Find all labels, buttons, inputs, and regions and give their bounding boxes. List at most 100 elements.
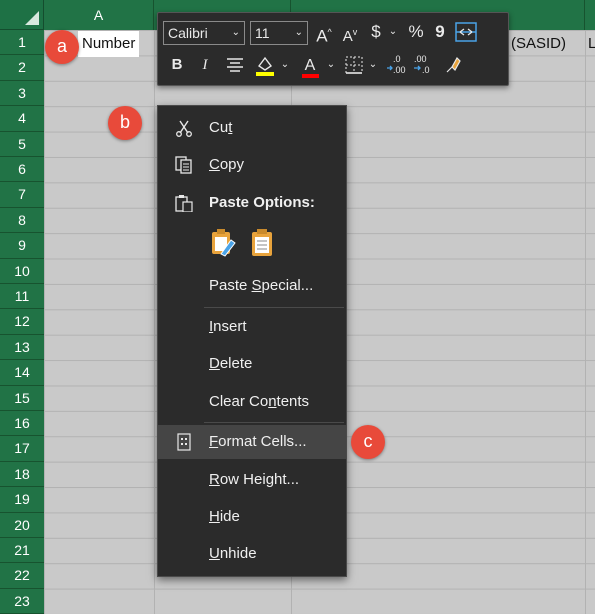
row-header[interactable]: 6 [0, 157, 44, 183]
align-center-button[interactable] [224, 53, 246, 80]
row-header[interactable]: 17 [0, 436, 44, 462]
row-header[interactable]: 19 [0, 487, 44, 513]
menu-item-row-height[interactable]: Row Height... [158, 463, 346, 497]
menu-item-label: Delete [209, 355, 253, 372]
comma-icon: 9 [435, 22, 445, 41]
row-header[interactable]: 18 [0, 461, 44, 488]
accounting-format-button[interactable]: $ [366, 20, 386, 44]
column-divider [585, 30, 586, 614]
increase-font-size-button[interactable]: A^ [313, 20, 335, 49]
decrease-decimal-button[interactable]: .00 .0 [411, 53, 437, 82]
context-menu: Cut Copy Paste Options: Paste Special...… [157, 105, 347, 577]
paste-clipboard-icon [252, 229, 272, 256]
row-header[interactable]: 4 [0, 106, 44, 132]
chevron-down-icon[interactable]: ⌄ [325, 53, 337, 77]
row-header[interactable]: 22 [0, 563, 44, 589]
borders-button[interactable] [342, 53, 366, 82]
chevron-down-icon[interactable]: ⌄ [279, 53, 291, 77]
row-header[interactable]: 12 [0, 309, 44, 335]
svg-text:.00: .00 [393, 65, 406, 75]
italic-button[interactable]: I [196, 53, 214, 77]
menu-item-unhide[interactable]: Unhide [158, 537, 346, 571]
scissors-icon [176, 120, 192, 137]
cell-b1-text[interactable]: (SASID) [511, 31, 566, 57]
chevron-down-icon: ⌄ [231, 27, 240, 38]
row-header[interactable]: 3 [0, 80, 44, 107]
row-header[interactable]: 21 [0, 538, 44, 564]
mini-toolbar: Calibri ⌄ 11 ⌄ A^ Av $ ⌄ % 9 B I ⌄ A ⌄ ⌄… [157, 12, 509, 86]
menu-item-label: Unhide [209, 545, 257, 562]
comma-style-button[interactable]: 9 [430, 20, 450, 44]
menu-separator [204, 422, 344, 423]
svg-text:.0: .0 [393, 54, 401, 64]
row-header[interactable]: 5 [0, 131, 44, 157]
row-header[interactable]: 10 [0, 258, 44, 284]
cell-c1-text[interactable]: L [588, 31, 595, 57]
decrease-font-size-button[interactable]: Av [339, 20, 361, 49]
cell-a1[interactable]: Number [78, 31, 140, 57]
currency-icon: $ [371, 22, 381, 41]
increase-decimal-icon: .0 .00 [387, 54, 406, 75]
menu-item-copy[interactable]: Copy [158, 148, 346, 182]
borders-icon [345, 56, 363, 74]
grow-font-icon: A [316, 26, 328, 46]
bold-button[interactable]: B [168, 53, 186, 77]
fill-color-button[interactable] [252, 53, 278, 83]
paste-keep-formatting-button[interactable] [209, 228, 237, 258]
chevron-down-icon[interactable]: ⌄ [367, 53, 379, 77]
menu-item-clear-contents[interactable]: Clear Contents [158, 385, 346, 419]
column-divider [154, 30, 155, 614]
select-all-button[interactable] [0, 0, 44, 30]
chevron-down-icon: ⌄ [294, 27, 303, 38]
chevron-down-icon[interactable]: ⌄ [386, 20, 400, 44]
paste-with-brush-icon [212, 229, 236, 257]
row-header[interactable]: 16 [0, 411, 44, 437]
menu-item-label: Hide [209, 508, 240, 525]
row-header[interactable]: 13 [0, 334, 44, 361]
font-size-dropdown[interactable]: 11 ⌄ [250, 21, 308, 45]
row-header[interactable]: 2 [0, 55, 44, 81]
row-header[interactable]: 20 [0, 512, 44, 538]
row-header[interactable]: 11 [0, 284, 44, 310]
menu-item-format-cells[interactable]: Format Cells... [158, 425, 346, 459]
menu-item-paste-special[interactable]: Paste Special... [158, 269, 346, 303]
svg-text:.0: .0 [422, 65, 430, 75]
font-name-dropdown[interactable]: Calibri ⌄ [163, 21, 245, 45]
column-header-a[interactable]: A [44, 0, 154, 30]
menu-item-label: Copy [209, 156, 245, 173]
align-center-icon [227, 58, 243, 72]
column-header-d[interactable] [585, 0, 595, 30]
row-header[interactable]: 15 [0, 385, 44, 411]
fill-bucket-icon [256, 56, 274, 76]
font-color-swatch [302, 74, 319, 78]
font-size-value: 11 [255, 25, 270, 41]
callout-b: b [108, 106, 142, 140]
row-header[interactable]: 7 [0, 182, 44, 208]
paste-values-button[interactable] [248, 228, 276, 258]
select-all-triangle-icon [25, 11, 39, 25]
percent-style-button[interactable]: % [404, 20, 428, 44]
italic-icon: I [202, 57, 208, 73]
menu-item-delete[interactable]: Delete [158, 347, 346, 381]
percent-icon: % [408, 22, 424, 41]
menu-item-label: Format Cells... [209, 433, 307, 450]
row-header[interactable]: 9 [0, 233, 44, 259]
row-header[interactable]: 8 [0, 207, 44, 234]
paste-icon [175, 195, 193, 212]
menu-item-insert[interactable]: Insert [158, 310, 346, 344]
menu-item-cut[interactable]: Cut [158, 111, 346, 145]
merge-cells-icon [455, 22, 477, 42]
increase-decimal-button[interactable]: .0 .00 [384, 53, 410, 82]
row-header[interactable]: 1 [0, 30, 44, 56]
format-painter-icon [446, 57, 461, 73]
row-header[interactable]: 23 [0, 588, 44, 614]
bold-icon: B [171, 56, 183, 73]
menu-item-hide[interactable]: Hide [158, 500, 346, 534]
callout-a: a [45, 30, 79, 64]
merge-center-button[interactable] [454, 20, 478, 49]
format-cells-icon [177, 433, 191, 451]
row-header[interactable]: 14 [0, 360, 44, 386]
font-color-button[interactable]: A [298, 53, 322, 78]
format-painter-button[interactable] [442, 53, 466, 82]
callout-c: c [351, 425, 385, 459]
